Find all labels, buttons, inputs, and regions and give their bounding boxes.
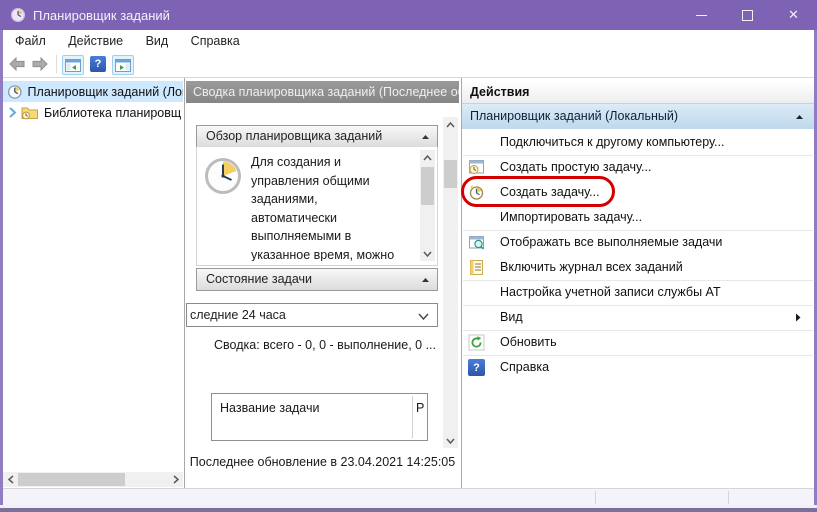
overview-description: Для создания и управления общими задания… bbox=[251, 153, 409, 261]
action-enable-task-history[interactable]: Включить журнал всех заданий bbox=[462, 255, 814, 280]
title-bar: Планировщик заданий ✕ bbox=[0, 0, 817, 30]
task-status-table: Название задачи Р bbox=[211, 393, 428, 441]
scroll-up-icon bbox=[446, 122, 455, 128]
task-status-section-header[interactable]: Состояние задачи bbox=[196, 268, 438, 291]
tree-item-task-scheduler[interactable]: Планировщик заданий (Лок bbox=[3, 81, 183, 102]
task-library-folder-icon bbox=[21, 105, 39, 120]
overview-section-header[interactable]: Обзор планировщика заданий bbox=[196, 125, 438, 148]
task-status-section-title: Состояние задачи bbox=[206, 272, 312, 286]
submenu-arrow-icon bbox=[795, 313, 801, 322]
scroll-down-icon bbox=[446, 438, 455, 444]
overview-section-body: Для создания и управления общими задания… bbox=[196, 147, 438, 266]
scroll-left-button[interactable] bbox=[3, 472, 18, 487]
overview-section-title: Обзор планировщика заданий bbox=[206, 129, 382, 143]
scheduler-clock-icon bbox=[7, 84, 23, 100]
action-view-submenu[interactable]: Вид bbox=[462, 305, 814, 330]
expander-chevron-icon[interactable] bbox=[8, 107, 17, 118]
maximize-icon bbox=[742, 10, 753, 21]
dropdown-value: следние 24 часа bbox=[190, 308, 286, 322]
action-import-task[interactable]: Импортировать задачу... bbox=[462, 205, 814, 230]
help-icon: ? bbox=[468, 359, 485, 376]
show-action-pane-button[interactable] bbox=[112, 55, 134, 75]
collapse-arrow-icon[interactable] bbox=[795, 114, 804, 120]
action-display-running-tasks[interactable]: Отображать все выполняемые задачи bbox=[462, 230, 814, 255]
summary-vertical-scrollbar[interactable] bbox=[443, 117, 458, 448]
tree-pane-divider[interactable] bbox=[184, 78, 185, 488]
task-summary-line: Сводка: всего - 0, 0 - выполнение, 0 ... bbox=[214, 338, 436, 352]
menu-bar: Файл Действие Вид Справка bbox=[3, 30, 814, 52]
status-bar bbox=[3, 488, 814, 505]
refresh-icon bbox=[468, 334, 485, 351]
scroll-left-icon bbox=[8, 475, 14, 484]
action-pane-icon bbox=[115, 59, 131, 72]
chevron-down-icon bbox=[418, 313, 429, 320]
collapse-arrow-icon[interactable] bbox=[421, 277, 430, 283]
actions-group-label: Планировщик заданий (Локальный) bbox=[470, 109, 678, 123]
scroll-up-button[interactable] bbox=[420, 150, 435, 165]
running-tasks-icon bbox=[468, 234, 485, 251]
tree-horizontal-scrollbar[interactable] bbox=[3, 472, 183, 487]
tree-item-label: Библиотека планировщ bbox=[44, 106, 181, 120]
action-connect-to-computer[interactable]: Подключиться к другому компьютеру... bbox=[462, 130, 814, 155]
show-console-tree-button[interactable] bbox=[62, 55, 84, 75]
scroll-down-button[interactable] bbox=[420, 246, 435, 261]
scroll-up-button[interactable] bbox=[443, 117, 458, 132]
actions-group-header[interactable]: Планировщик заданий (Локальный) bbox=[462, 104, 814, 129]
menu-file[interactable]: Файл bbox=[6, 30, 55, 48]
tree-item-label: Планировщик заданий (Лок bbox=[28, 85, 183, 99]
menu-help[interactable]: Справка bbox=[182, 30, 249, 48]
table-header-task-name[interactable]: Название задачи bbox=[220, 401, 319, 415]
statusbar-divider bbox=[595, 491, 596, 504]
scrollbar-thumb[interactable] bbox=[444, 160, 457, 188]
toolbar: ? bbox=[3, 52, 814, 78]
forward-button[interactable] bbox=[30, 55, 50, 73]
window-border-bottom bbox=[0, 508, 817, 512]
actions-pane-header: Действия bbox=[462, 81, 814, 104]
scrollbar-thumb[interactable] bbox=[421, 167, 434, 205]
forward-arrow-icon bbox=[31, 57, 49, 71]
scroll-down-icon bbox=[423, 251, 432, 257]
action-at-service-account[interactable]: Настройка учетной записи службы AT bbox=[462, 280, 814, 305]
statusbar-divider bbox=[728, 491, 729, 504]
toolbar-help-button[interactable]: ? bbox=[88, 55, 108, 73]
summary-pane-header: Сводка планировщика заданий (Последнее о… bbox=[186, 81, 459, 103]
highlight-ellipse bbox=[461, 176, 615, 207]
window-title: Планировщик заданий bbox=[33, 8, 170, 23]
table-header-result[interactable]: Р bbox=[416, 401, 426, 415]
action-help[interactable]: ? Справка bbox=[462, 355, 814, 380]
toolbar-separator bbox=[56, 55, 57, 73]
menu-view[interactable]: Вид bbox=[137, 30, 178, 48]
scroll-right-icon bbox=[173, 475, 179, 484]
back-button[interactable] bbox=[7, 55, 27, 73]
task-history-icon bbox=[468, 259, 485, 276]
table-column-divider[interactable] bbox=[412, 396, 413, 438]
minimize-icon bbox=[696, 15, 707, 16]
minimize-button[interactable] bbox=[678, 0, 724, 30]
back-arrow-icon bbox=[8, 57, 26, 71]
close-icon: ✕ bbox=[788, 0, 799, 30]
console-tree-icon bbox=[65, 59, 81, 72]
time-period-dropdown[interactable]: следние 24 часа bbox=[186, 303, 438, 327]
create-basic-task-icon bbox=[468, 159, 485, 176]
last-refresh-label: Последнее обновление в 23.04.2021 14:25:… bbox=[186, 455, 459, 469]
action-refresh[interactable]: Обновить bbox=[462, 330, 814, 355]
app-clock-icon bbox=[10, 7, 26, 23]
scroll-right-button[interactable] bbox=[168, 472, 183, 487]
close-button[interactable]: ✕ bbox=[770, 0, 817, 30]
scroll-down-button[interactable] bbox=[443, 433, 458, 448]
help-icon: ? bbox=[90, 56, 106, 72]
maximize-button[interactable] bbox=[724, 0, 770, 30]
collapse-arrow-icon[interactable] bbox=[421, 134, 430, 140]
tree-item-task-library[interactable]: Библиотека планировщ bbox=[3, 102, 183, 123]
scroll-up-icon bbox=[423, 155, 432, 161]
menu-action[interactable]: Действие bbox=[59, 30, 132, 48]
overview-clock-icon bbox=[203, 156, 243, 196]
scrollbar-thumb[interactable] bbox=[18, 473, 125, 486]
task-scheduler-window: Планировщик заданий ✕ Файл Действие Вид … bbox=[0, 0, 817, 512]
overview-scrollbar[interactable] bbox=[420, 150, 435, 261]
